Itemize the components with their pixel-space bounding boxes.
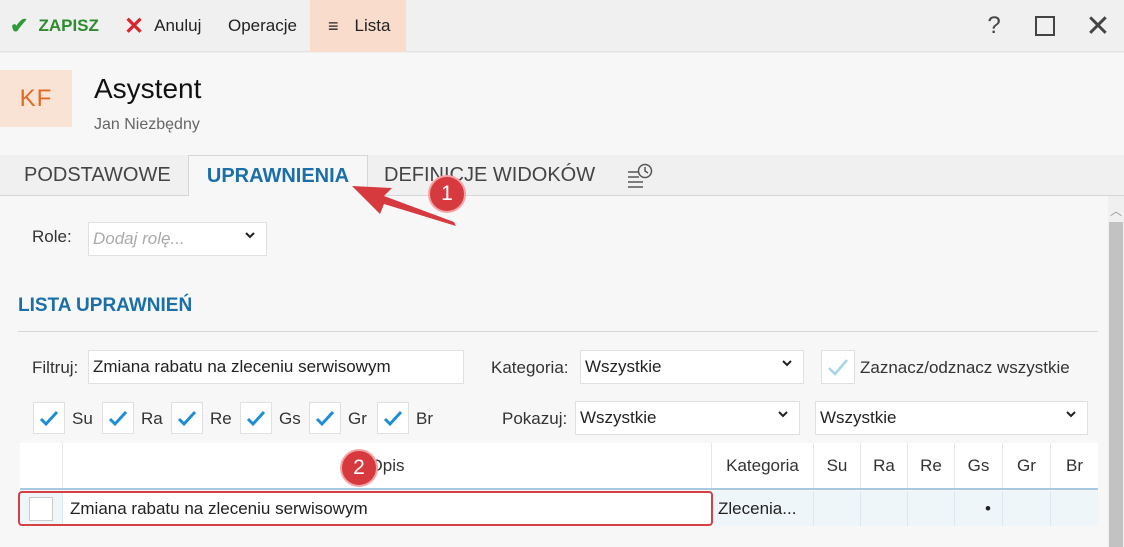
cancel-button[interactable]: ✕ Anuluj: [124, 0, 201, 52]
column-header-ra[interactable]: Ra: [860, 443, 907, 488]
cell-gr[interactable]: [1002, 491, 1050, 526]
tab-history[interactable]: [626, 155, 654, 196]
grid-header-select: [20, 443, 62, 488]
avatar: KF: [0, 70, 72, 127]
select-all-checkbox[interactable]: [821, 350, 855, 384]
vertical-scrollbar[interactable]: ︿: [1108, 196, 1124, 547]
save-button[interactable]: ✔ ZAPISZ: [10, 0, 99, 52]
checkbox-gr[interactable]: [309, 402, 341, 434]
column-header-kategoria[interactable]: Kategoria: [711, 443, 813, 488]
show-value: Wszystkie: [580, 408, 657, 427]
checkbox-re[interactable]: [171, 402, 203, 434]
row-highlight-annotation: [18, 491, 713, 526]
history-icon: [628, 163, 653, 188]
toolbar: ✔ ZAPISZ ✕ Anuluj Operacje ≡ Lista ? ✕: [0, 0, 1124, 52]
list-label: Lista: [354, 16, 391, 35]
checkbox-re-label: Re: [210, 409, 232, 428]
column-header-gr[interactable]: Gr: [1002, 443, 1050, 488]
tab-basic[interactable]: PODSTAWOWE: [24, 155, 171, 196]
cell-kategoria[interactable]: Zlecenia...: [711, 491, 813, 526]
cell-br[interactable]: [1050, 491, 1098, 526]
chevron-down-icon: [1065, 407, 1077, 423]
close-window-button[interactable]: ✕: [1078, 0, 1118, 52]
maximize-button[interactable]: [1025, 0, 1065, 52]
show-dropdown-secondary[interactable]: Wszystkie: [815, 401, 1088, 435]
check-icon: [39, 410, 59, 427]
section-divider: [18, 331, 1098, 332]
help-icon: ?: [987, 12, 1001, 39]
checkbox-br-label: Br: [416, 409, 433, 428]
category-label: Kategoria:: [491, 358, 569, 377]
operations-label: Operacje: [228, 16, 297, 35]
column-header-re[interactable]: Re: [907, 443, 954, 488]
show-dropdown[interactable]: Wszystkie: [575, 401, 800, 435]
roles-dropdown[interactable]: Dodaj rolę...: [88, 222, 267, 256]
filter-input[interactable]: Zmiana rabatu na zleceniu serwisowym: [88, 350, 464, 384]
checkbox-br[interactable]: [377, 402, 409, 434]
cancel-label: Anuluj: [154, 16, 202, 35]
section-title: LISTA UPRAWNIEŃ: [18, 295, 193, 316]
check-icon: [383, 410, 403, 427]
chevron-down-icon: [777, 407, 789, 423]
check-icon: [315, 410, 335, 427]
column-header-gs[interactable]: Gs: [954, 443, 1002, 488]
check-icon: [108, 410, 128, 427]
list-button[interactable]: ≡ Lista: [310, 0, 406, 52]
maximize-icon: [1035, 16, 1055, 36]
cell-ra[interactable]: [860, 491, 907, 526]
show-value-secondary: Wszystkie: [820, 408, 897, 427]
check-icon: [828, 359, 848, 376]
operations-button[interactable]: Operacje: [228, 0, 297, 52]
help-button[interactable]: ?: [974, 0, 1014, 52]
select-all-label: Zaznacz/odznacz wszystkie: [860, 358, 1070, 377]
callout-2: 2: [340, 449, 378, 487]
page-title: Asystent: [94, 73, 202, 104]
callout-1: 1: [428, 175, 466, 213]
tab-bar: PODSTAWOWE UPRAWNIENIA DEFINICJE WIDOKÓW: [0, 155, 1124, 197]
category-value: Wszystkie: [585, 357, 662, 376]
scroll-up-icon[interactable]: ︿: [1108, 202, 1124, 219]
checkbox-gs-label: Gs: [279, 409, 301, 428]
scroll-thumb[interactable]: [1109, 222, 1123, 547]
tab-permissions[interactable]: UPRAWNIENIA: [188, 155, 368, 197]
chevron-down-icon: [244, 228, 256, 244]
cell-gs[interactable]: •: [954, 491, 1002, 526]
filter-input-value: Zmiana rabatu na zleceniu serwisowym: [93, 357, 391, 376]
check-icon: [246, 410, 266, 427]
grid-header: Opis Kategoria Su Ra Re Gs Gr Br: [20, 443, 1098, 490]
save-label: ZAPISZ: [38, 16, 99, 35]
roles-label: Role:: [32, 227, 72, 246]
checkbox-gs[interactable]: [240, 402, 272, 434]
close-x-icon: ✕: [124, 12, 145, 40]
category-dropdown[interactable]: Wszystkie: [580, 350, 804, 384]
filter-label: Filtruj:: [32, 358, 79, 377]
cell-re[interactable]: [907, 491, 954, 526]
column-header-br[interactable]: Br: [1050, 443, 1098, 488]
check-icon: [177, 410, 197, 427]
record-header: KF Asystent Jan Niezbędny: [0, 53, 1124, 155]
checkmark-icon: ✔: [10, 13, 29, 38]
hamburger-icon: ≡: [328, 15, 339, 36]
column-header-opis[interactable]: Opis: [62, 443, 711, 488]
show-label: Pokazuj:: [502, 409, 568, 428]
close-icon: ✕: [1085, 9, 1111, 43]
checkbox-ra-label: Ra: [141, 409, 163, 428]
checkbox-ra[interactable]: [102, 402, 134, 434]
checkbox-su[interactable]: [33, 402, 65, 434]
cell-su[interactable]: [813, 491, 860, 526]
checkbox-su-label: Su: [72, 409, 93, 428]
roles-placeholder: Dodaj rolę...: [93, 229, 185, 248]
chevron-down-icon: [781, 356, 793, 372]
column-header-su[interactable]: Su: [813, 443, 860, 488]
checkbox-gr-label: Gr: [348, 409, 367, 428]
page-subtitle: Jan Niezbędny: [94, 116, 200, 133]
